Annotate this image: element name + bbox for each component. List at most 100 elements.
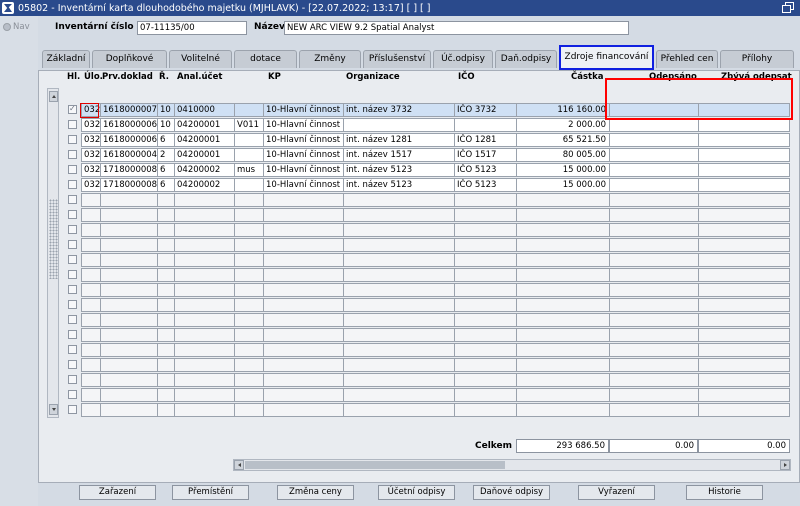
cell-r[interactable]	[157, 268, 174, 282]
cell-castka[interactable]: 65 521.50	[516, 133, 609, 147]
cell-odepsano[interactable]	[609, 388, 698, 402]
cell-kp[interactable]	[263, 298, 343, 312]
cell-x[interactable]	[234, 148, 263, 162]
cell-org[interactable]	[343, 328, 454, 342]
cell-org[interactable]	[343, 358, 454, 372]
cell-castka[interactable]: 15 000.00	[516, 178, 609, 192]
cell-ico[interactable]	[454, 388, 516, 402]
cell-castka[interactable]	[516, 268, 609, 282]
scroll-right-icon[interactable]	[780, 460, 790, 470]
cell-odepsano[interactable]	[609, 253, 698, 267]
cell-zbyva[interactable]	[698, 133, 790, 147]
cell-r[interactable]: 10	[157, 118, 174, 132]
cell-x[interactable]	[234, 178, 263, 192]
cell-kp[interactable]	[263, 343, 343, 357]
cell-doklad[interactable]	[100, 373, 157, 387]
cell-ico[interactable]	[454, 403, 516, 417]
cell-r[interactable]	[157, 313, 174, 327]
cell-odepsano[interactable]	[609, 118, 698, 132]
cell-zbyva[interactable]	[698, 238, 790, 252]
inventory-number-field[interactable]: 07-11135/00	[137, 21, 247, 35]
cell-org[interactable]	[343, 388, 454, 402]
cell-doklad[interactable]: 1718000008	[100, 178, 157, 192]
cell-x[interactable]	[234, 328, 263, 342]
cell-r[interactable]	[157, 253, 174, 267]
cell-anal[interactable]: 04200002	[174, 178, 234, 192]
horizontal-scroll-thumb[interactable]	[245, 461, 505, 469]
scroll-left-icon[interactable]	[234, 460, 244, 470]
hlavni-checkbox[interactable]	[68, 390, 77, 399]
cell-odepsano[interactable]	[609, 148, 698, 162]
cell-castka[interactable]	[516, 313, 609, 327]
cell-odepsano[interactable]	[609, 223, 698, 237]
cell-kp[interactable]	[263, 208, 343, 222]
cell-doklad[interactable]: 1618000006	[100, 118, 157, 132]
cell-odepsano[interactable]	[609, 193, 698, 207]
cell-ico[interactable]	[454, 223, 516, 237]
cell-x[interactable]	[234, 313, 263, 327]
cell-r[interactable]: 10	[157, 103, 174, 117]
cell-r[interactable]	[157, 328, 174, 342]
scroll-down-icon[interactable]	[49, 404, 58, 415]
cell-org[interactable]	[343, 118, 454, 132]
cell-x[interactable]	[234, 253, 263, 267]
cell-zbyva[interactable]	[698, 208, 790, 222]
cell-zbyva[interactable]	[698, 193, 790, 207]
cell-org[interactable]	[343, 283, 454, 297]
cell-ico[interactable]	[454, 268, 516, 282]
cell-x[interactable]	[234, 133, 263, 147]
cell-doklad[interactable]	[100, 193, 157, 207]
cell-x[interactable]	[234, 223, 263, 237]
cell-odepsano[interactable]	[609, 283, 698, 297]
tab-doplnkove[interactable]: Doplňkové	[92, 50, 167, 68]
cell-odepsano[interactable]	[609, 178, 698, 192]
cell-kp[interactable]: 10-Hlavní činnost	[263, 103, 343, 117]
cell-org[interactable]	[343, 253, 454, 267]
hlavni-checkbox[interactable]	[68, 165, 77, 174]
cell-odepsano[interactable]	[609, 358, 698, 372]
cell-ulo[interactable]	[81, 208, 100, 222]
cell-kp[interactable]	[263, 268, 343, 282]
hlavni-checkbox[interactable]	[68, 225, 77, 234]
vyrazeni-button[interactable]: Vyřazení	[578, 485, 655, 500]
cell-r[interactable]	[157, 223, 174, 237]
cell-x[interactable]: mus	[234, 163, 263, 177]
cell-zbyva[interactable]	[698, 148, 790, 162]
cell-zbyva[interactable]	[698, 178, 790, 192]
cell-kp[interactable]	[263, 328, 343, 342]
cell-zbyva[interactable]	[698, 328, 790, 342]
cell-ico[interactable]	[454, 193, 516, 207]
cell-doklad[interactable]	[100, 283, 157, 297]
cell-odepsano[interactable]	[609, 328, 698, 342]
cell-odepsano[interactable]	[609, 343, 698, 357]
cell-x[interactable]	[234, 373, 263, 387]
hlavni-checkbox[interactable]	[68, 210, 77, 219]
tab-dotace[interactable]: dotace	[234, 50, 297, 68]
cell-ico[interactable]	[454, 328, 516, 342]
cell-anal[interactable]	[174, 223, 234, 237]
cell-ulo[interactable]	[81, 313, 100, 327]
tab-zmeny[interactable]: Změny	[299, 50, 361, 68]
cell-castka[interactable]	[516, 298, 609, 312]
cell-ulo[interactable]	[81, 268, 100, 282]
cell-doklad[interactable]	[100, 298, 157, 312]
cell-kp[interactable]	[263, 373, 343, 387]
cell-anal[interactable]: 04200001	[174, 133, 234, 147]
cell-ulo[interactable]	[81, 328, 100, 342]
cell-odepsano[interactable]	[609, 313, 698, 327]
zmena-ceny-button[interactable]: Změna ceny	[277, 485, 354, 500]
cell-castka[interactable]	[516, 358, 609, 372]
cell-anal[interactable]	[174, 298, 234, 312]
cell-r[interactable]	[157, 208, 174, 222]
cell-zbyva[interactable]	[698, 388, 790, 402]
cell-x[interactable]	[234, 208, 263, 222]
cell-x[interactable]	[234, 403, 263, 417]
cell-zbyva[interactable]	[698, 283, 790, 297]
cell-odepsano[interactable]	[609, 133, 698, 147]
cell-castka[interactable]	[516, 328, 609, 342]
cell-zbyva[interactable]	[698, 373, 790, 387]
cell-odepsano[interactable]	[609, 208, 698, 222]
cell-r[interactable]	[157, 358, 174, 372]
cell-ulo[interactable]	[81, 223, 100, 237]
tab-uc-odpisy[interactable]: Úč.odpisy	[433, 50, 493, 68]
